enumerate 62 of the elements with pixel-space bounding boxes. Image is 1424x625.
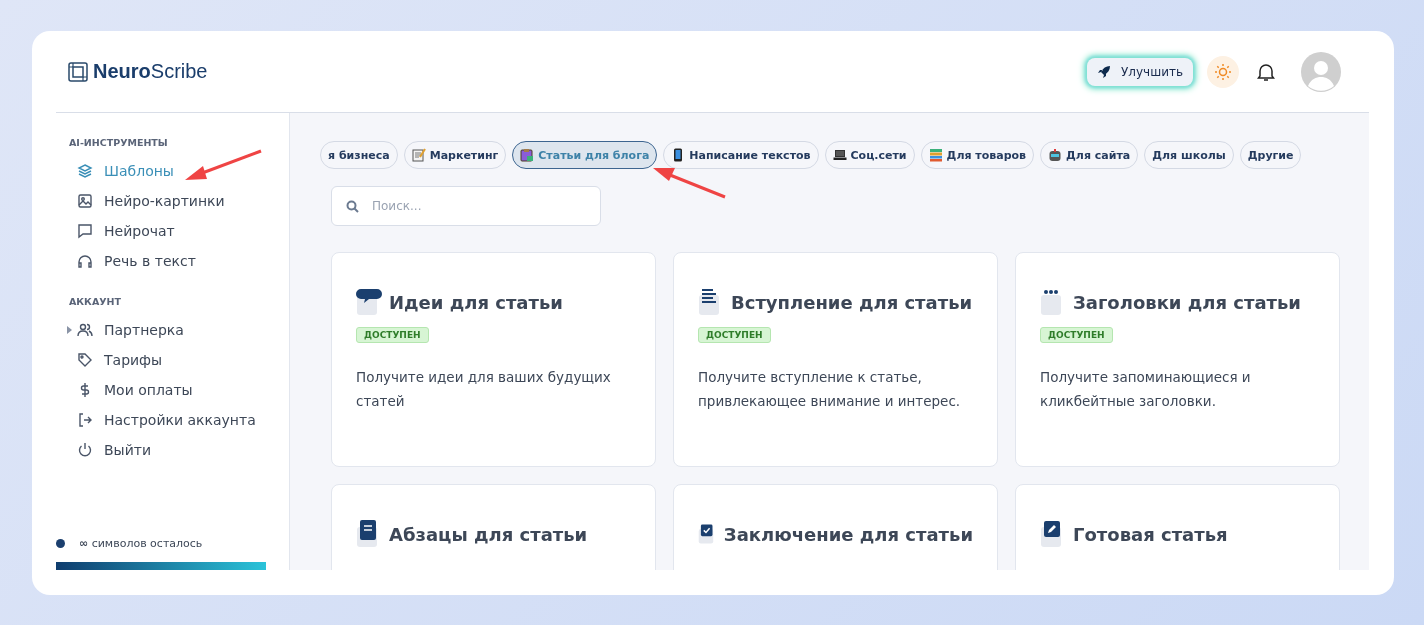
category-chip[interactable]: Написание текстов — [663, 141, 819, 169]
card-description: Получите идеи для ваших будущих статей — [356, 368, 612, 411]
template-card[interactable]: Заголовки для статьи ДОСТУПЕН Получите запоминающиеся и кликбейтные заголовки. — [1015, 252, 1340, 467]
books-icon — [928, 148, 943, 162]
users-icon — [77, 322, 93, 338]
status-badge: ДОСТУПЕН — [356, 327, 429, 343]
card-description: Получите запоминающиеся и кликбейтные заголовки. — [1040, 368, 1252, 411]
status-dot — [56, 539, 65, 548]
sidebar-item[interactable]: Выйти — [56, 435, 289, 465]
speech-bubble-icon — [356, 287, 382, 317]
card-title: Заголовки для статьи — [1073, 291, 1301, 313]
card-title: Вступление для статьи — [731, 291, 973, 313]
card-title: Идеи для статьи — [389, 291, 563, 313]
category-chip[interactable]: Для сайта — [1040, 141, 1139, 169]
sidebar-item[interactable]: Нейрочат — [56, 216, 289, 246]
logout-icon — [77, 412, 93, 428]
chat-bubble-icon — [77, 223, 93, 239]
category-chip[interactable]: я бизнеса — [320, 141, 398, 169]
bell-icon — [1257, 61, 1275, 82]
template-card[interactable]: Готовая статья — [1015, 484, 1340, 570]
section-heading: АККАУНТ — [69, 296, 122, 307]
sidebar-item[interactable]: Настройки аккаунта — [56, 405, 289, 435]
layers-icon — [77, 163, 93, 179]
sidebar-item[interactable]: Мои оплаты — [56, 375, 289, 405]
sidebar-item[interactable]: Тарифы — [56, 345, 289, 375]
brand-name: NeuroScribe — [93, 60, 208, 83]
laptop-icon — [832, 148, 847, 162]
sidebar-item[interactable]: Нейро-картинки — [56, 186, 289, 216]
section-heading: AI-ИНСТРУМЕНТЫ — [69, 137, 169, 148]
card-title: Готовая статья — [1073, 523, 1228, 545]
category-chip[interactable]: Для товаров — [920, 141, 1035, 169]
headphones-icon — [77, 253, 93, 269]
category-chip[interactable]: Соц.сети — [824, 141, 915, 169]
card-description: Получите вступление к статье, привлекающее внимание и интерес. — [698, 368, 962, 411]
robot-icon — [1048, 148, 1063, 162]
status-badge: ДОСТУПЕН — [1040, 327, 1113, 343]
category-chip[interactable]: Другие — [1239, 141, 1302, 169]
template-card[interactable]: Идеи для статьи ДОСТУПЕН Получите идеи для ваших будущих статей — [331, 252, 656, 467]
template-card[interactable]: Вступление для статьи ДОСТУПЕН Получите вступление к статье, привлекающее внимание и интерес. — [673, 252, 998, 467]
sidebar-item[interactable]: Речь в текст — [56, 246, 289, 276]
image-icon — [77, 193, 93, 209]
status-badge: ДОСТУПЕН — [698, 327, 771, 343]
avatar[interactable] — [1301, 51, 1341, 92]
card-title: Заключение для статьи — [723, 523, 973, 545]
search-field[interactable]: Поиск... — [331, 186, 601, 226]
power-icon — [77, 442, 93, 458]
category-chip[interactable]: Для школы — [1144, 141, 1234, 169]
card-title: Абзацы для статьи — [389, 523, 588, 545]
sidebar-item[interactable]: Шаблоны — [56, 156, 289, 186]
sun-icon — [1214, 62, 1232, 81]
template-card[interactable]: Абзацы для статьи — [331, 484, 656, 570]
rocket-icon — [1097, 64, 1111, 79]
category-chip[interactable]: Маркетинг — [403, 141, 507, 169]
template-card[interactable]: Заключение для статьи — [673, 484, 998, 570]
credits-remaining: ∞ символов осталось — [79, 537, 203, 550]
clipboard-icon — [520, 148, 535, 162]
sidebar-item[interactable]: Партнерка — [56, 315, 289, 345]
upgrade-button[interactable]: Улучшить — [1087, 57, 1193, 86]
logo-icon — [68, 61, 88, 82]
memo-icon — [411, 148, 426, 162]
theme-toggle-button[interactable] — [1207, 55, 1239, 88]
tag-icon — [77, 352, 93, 368]
